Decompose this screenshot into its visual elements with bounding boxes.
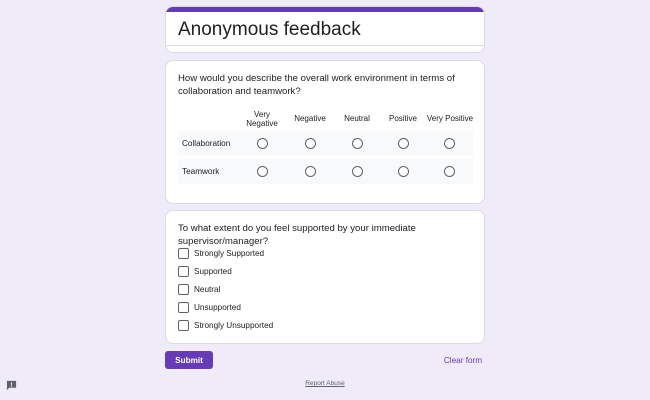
checkbox-icon[interactable] (178, 283, 189, 295)
report-abuse-link[interactable]: Report Abuse (295, 380, 355, 390)
question-card-supervisor-support: To what extent do you feel supported by … (165, 210, 485, 344)
option-strongly-unsupported[interactable]: Strongly Unsupported (178, 319, 273, 331)
option-unsupported[interactable]: Unsupported (178, 301, 241, 313)
radio-teamwork-neutral[interactable] (352, 166, 363, 177)
option-label: Unsupported (194, 302, 241, 312)
grid-row-label: Collaboration (182, 139, 231, 148)
checkbox-icon[interactable] (178, 247, 189, 259)
feedback-icon[interactable] (6, 380, 17, 391)
grid-column-very-positive: Very Positive (426, 114, 474, 124)
grid-column-neutral: Neutral (344, 114, 370, 124)
radio-teamwork-negative[interactable] (305, 166, 316, 177)
radio-teamwork-very-negative[interactable] (257, 166, 268, 177)
grid-row-collaboration: Collaboration (178, 131, 473, 156)
radio-collaboration-neutral[interactable] (352, 138, 363, 149)
option-label: Neutral (194, 284, 221, 294)
grid-column-very-negative: Very Negative (246, 109, 278, 129)
option-supported[interactable]: Supported (178, 265, 232, 277)
header-accent-bar (166, 7, 484, 12)
option-label: Supported (194, 266, 232, 276)
option-label: Strongly Unsupported (194, 320, 274, 330)
grid-row-teamwork: Teamwork (178, 159, 473, 184)
option-neutral[interactable]: Neutral (178, 283, 220, 295)
checkbox-icon[interactable] (178, 319, 189, 331)
form-title: Anonymous feedback (178, 19, 361, 40)
radio-collaboration-negative[interactable] (305, 138, 316, 149)
radio-teamwork-positive[interactable] (398, 166, 409, 177)
submit-button[interactable]: Submit (165, 351, 213, 369)
question-text: How would you describe the overall work … (178, 73, 455, 97)
option-strongly-supported[interactable]: Strongly Supported (178, 247, 264, 259)
question-text: To what extent do you feel supported by … (178, 223, 416, 247)
grid-column-negative: Negative (294, 114, 326, 124)
question-card-work-environment: How would you describe the overall work … (165, 60, 485, 204)
grid-row-label: Teamwork (182, 167, 220, 176)
radio-collaboration-very-negative[interactable] (257, 138, 268, 149)
clear-form-button[interactable]: Clear form (440, 351, 486, 369)
radio-collaboration-positive[interactable] (398, 138, 409, 149)
grid-column-positive: Positive (388, 114, 417, 124)
checkbox-icon[interactable] (178, 301, 189, 313)
radio-teamwork-very-positive[interactable] (444, 166, 455, 177)
header-divider (166, 45, 484, 46)
form-header-card: Anonymous feedback (165, 6, 485, 53)
radio-collaboration-very-positive[interactable] (444, 138, 455, 149)
checkbox-icon[interactable] (178, 265, 189, 277)
option-label: Strongly Supported (194, 248, 265, 258)
